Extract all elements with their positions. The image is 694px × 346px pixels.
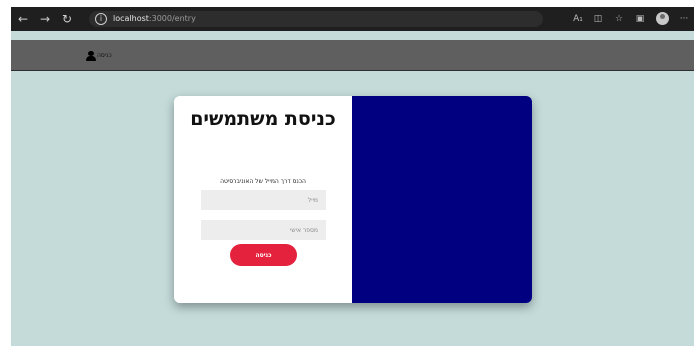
page-title: כניסת משתמשים [190, 108, 336, 130]
favorites-icon[interactable]: ☆ [612, 12, 626, 26]
read-aloud-icon[interactable]: A₁ [571, 12, 585, 26]
info-icon[interactable]: i [95, 13, 107, 25]
personal-id-field[interactable] [201, 220, 326, 240]
back-icon[interactable]: ← [15, 11, 31, 27]
address-bar[interactable]: i localhost:3000/entry [89, 11, 543, 27]
user-icon [86, 51, 96, 61]
refresh-icon[interactable]: ↻ [59, 11, 75, 27]
nav-login-link[interactable]: כניסה [86, 50, 112, 62]
profile-icon[interactable] [656, 12, 669, 25]
login-form-panel: כניסת משתמשים הכנס דרך המייל של האוניברס… [174, 96, 352, 303]
decorative-panel [352, 96, 532, 303]
url-host: localhost [113, 14, 149, 23]
login-instructions: הכנס דרך המייל של האוניברסיטה [220, 178, 306, 185]
tab-icon[interactable]: ◫ [591, 12, 605, 26]
nav-login-label: כניסה [97, 52, 112, 59]
browser-window: ← → ↻ i localhost:3000/entry A₁ ◫ ☆ ▣ ··… [11, 7, 694, 346]
forward-icon[interactable]: → [37, 11, 53, 27]
more-icon[interactable]: ··· [677, 12, 691, 26]
email-field[interactable] [201, 190, 326, 210]
app-navbar: כניסה [11, 40, 694, 71]
login-card: כניסת משתמשים הכנס דרך המייל של האוניברס… [174, 96, 532, 303]
url-path: :3000/entry [148, 14, 196, 23]
login-button[interactable]: כניסה [230, 244, 297, 266]
url-text: localhost:3000/entry [113, 13, 196, 25]
collections-icon[interactable]: ▣ [633, 12, 647, 26]
browser-toolbar: ← → ↻ i localhost:3000/entry A₁ ◫ ☆ ▣ ··… [11, 7, 694, 31]
